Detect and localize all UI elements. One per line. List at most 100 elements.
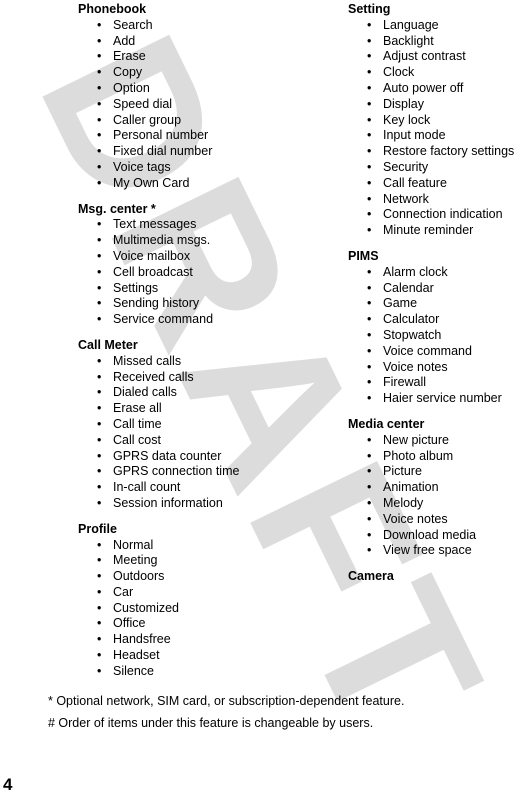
menu-item: • Session information	[78, 496, 328, 512]
menu-item-label: Security	[383, 159, 429, 174]
bullet-icon: •	[367, 112, 372, 127]
menu-item: • Network	[348, 192, 526, 208]
page-number: 4	[3, 775, 13, 794]
menu-item-list: • Alarm clock • Calendar • Game • Calculator • St…	[348, 265, 526, 407]
menu-item: • Search	[78, 18, 328, 34]
menu-item-label: Call feature	[383, 175, 447, 190]
bullet-icon: •	[367, 375, 372, 390]
bullet-icon: •	[97, 96, 102, 111]
left-column: Phonebook • Search • Add • Erase • Copy • Option • S…	[78, 0, 328, 680]
footnote: * Optional network, SIM card, or subscri…	[48, 694, 405, 708]
bullet-icon: •	[367, 359, 372, 374]
section-heading: Msg. center *	[78, 201, 156, 216]
bullet-icon: •	[97, 112, 102, 127]
menu-section: Setting • Language • Backlight • Adjust contra…	[348, 0, 526, 239]
bullet-icon: •	[97, 584, 102, 599]
section-heading: PIMS	[348, 248, 379, 263]
menu-item-label: Haier service number	[383, 391, 502, 406]
menu-item: • Copy	[78, 65, 328, 81]
bullet-icon: •	[97, 17, 102, 32]
bullet-icon: •	[97, 663, 102, 678]
menu-item: • Connection indication	[348, 207, 526, 223]
bullet-icon: •	[367, 175, 372, 190]
bullet-icon: •	[97, 233, 102, 248]
menu-item-label: Service command	[113, 312, 214, 327]
menu-item: • My Own Card	[78, 176, 328, 192]
menu-item: • Fixed dial number	[78, 144, 328, 160]
bullet-icon: •	[367, 327, 372, 342]
bullet-icon: •	[367, 343, 372, 358]
menu-item: • Alarm clock	[348, 265, 526, 281]
menu-item-label: New picture	[383, 432, 449, 447]
menu-item-label: Call cost	[113, 432, 161, 447]
menu-item-label: Download media	[383, 527, 477, 542]
menu-item: • Car	[78, 585, 328, 601]
bullet-icon: •	[97, 353, 102, 368]
menu-item: • Speed dial	[78, 97, 328, 113]
menu-item: • Auto power off	[348, 81, 526, 97]
menu-item: • Caller group	[78, 113, 328, 129]
menu-item: • Voice tags	[78, 160, 328, 176]
menu-item: • Meeting	[78, 553, 328, 569]
bullet-icon: •	[367, 264, 372, 279]
menu-item-label: Caller group	[113, 112, 182, 127]
bullet-icon: •	[367, 96, 372, 111]
menu-item-label: Language	[383, 17, 439, 32]
menu-item: • Melody	[348, 496, 526, 512]
menu-item-label: Search	[113, 17, 153, 32]
menu-item-list: • Search • Add • Erase • Copy • Option • Speed dial…	[78, 18, 328, 192]
menu-item: • Key lock	[348, 113, 526, 129]
menu-item: • Security	[348, 160, 526, 176]
menu-item: • Restore factory settings	[348, 144, 526, 160]
menu-item-label: Outdoors	[113, 569, 165, 584]
menu-item-label: Voice mailbox	[113, 248, 191, 263]
bullet-icon: •	[367, 527, 372, 542]
menu-item: • View free space	[348, 543, 526, 559]
bullet-icon: •	[367, 464, 372, 479]
bullet-icon: •	[97, 401, 102, 416]
menu-item: • Voice command	[348, 344, 526, 360]
bullet-icon: •	[367, 495, 372, 510]
menu-item-label: View free space	[383, 543, 472, 558]
bullet-icon: •	[97, 464, 102, 479]
bullet-icon: •	[97, 537, 102, 552]
menu-item-label: Voice command	[383, 343, 472, 358]
menu-item-list: • Normal • Meeting • Outdoors • Car • Customized •…	[78, 538, 328, 680]
menu-item: • Download media	[348, 528, 526, 544]
menu-item: • Text messages	[78, 217, 328, 233]
menu-item: • Settings	[78, 281, 328, 297]
bullet-icon: •	[97, 632, 102, 647]
menu-item-label: Auto power off	[383, 80, 464, 95]
section-heading: Media center	[348, 416, 425, 431]
menu-item: • Customized	[78, 601, 328, 617]
menu-item-label: Key lock	[383, 112, 431, 127]
menu-item-label: Customized	[113, 600, 179, 615]
menu-item-label: Clock	[383, 65, 415, 80]
menu-item: • Voice mailbox	[78, 249, 328, 265]
menu-item-list: • Missed calls • Received calls • Dialed call…	[78, 354, 328, 512]
menu-section: Msg. center * • Text messages • Multimedia m…	[78, 200, 328, 328]
menu-item-label: Received calls	[113, 369, 194, 384]
menu-item-label: Copy	[113, 65, 143, 80]
menu-item: • Haier service number	[348, 391, 526, 407]
menu-item-label: Sending history	[113, 296, 200, 311]
bullet-icon: •	[367, 65, 372, 80]
menu-item: • Call cost	[78, 433, 328, 449]
bullet-icon: •	[367, 128, 372, 143]
menu-item-label: Speed dial	[113, 96, 173, 111]
menu-item-label: Connection indication	[383, 207, 503, 222]
menu-item: • Clock	[348, 65, 526, 81]
menu-item: • Handsfree	[78, 632, 328, 648]
menu-item-label: My Own Card	[113, 175, 190, 190]
menu-item-label: Option	[113, 80, 150, 95]
section-heading: Profile	[78, 521, 117, 536]
menu-item-label: Photo album	[383, 448, 454, 463]
bullet-icon: •	[97, 80, 102, 95]
right-column: Setting • Language • Backlight • Adjust contra…	[348, 0, 526, 585]
bullet-icon: •	[367, 33, 372, 48]
menu-item: • Erase all	[78, 401, 328, 417]
menu-item: • Input mode	[348, 128, 526, 144]
menu-item-label: Handsfree	[113, 632, 171, 647]
bullet-icon: •	[97, 369, 102, 384]
menu-item: • Personal number	[78, 128, 328, 144]
